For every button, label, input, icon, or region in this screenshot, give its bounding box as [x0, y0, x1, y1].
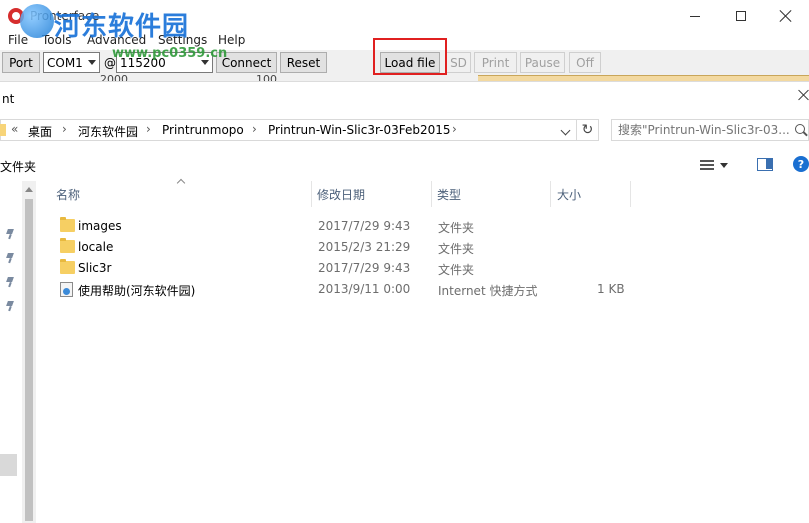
- baud-select-value: 115200: [120, 55, 166, 70]
- view-details-icon: [700, 159, 714, 171]
- file-type: 文件夹: [438, 263, 475, 277]
- folder-icon: [60, 238, 75, 253]
- at-symbol: @: [104, 56, 116, 70]
- load-file-highlight-box: [373, 38, 447, 75]
- breadcrumb-overflow[interactable]: «: [11, 122, 18, 136]
- port-button[interactable]: Port: [2, 52, 40, 73]
- pin-icon[interactable]: [6, 229, 14, 239]
- port-select[interactable]: COM1: [43, 52, 100, 73]
- breadcrumb-printrunmopo[interactable]: Printrunmopo: [162, 123, 244, 137]
- nav-selected-item[interactable]: [0, 454, 17, 476]
- folder-icon: [60, 217, 75, 232]
- reset-button[interactable]: Reset: [280, 52, 327, 73]
- address-bar[interactable]: « 桌面 › 河东软件园 › Printrunmopo › Printrun-W…: [0, 119, 577, 141]
- column-header-size[interactable]: 大小: [537, 181, 631, 207]
- internet-shortcut-icon: [60, 282, 73, 297]
- chevron-down-icon: [88, 60, 96, 65]
- address-history-dropdown[interactable]: [559, 124, 573, 138]
- search-input[interactable]: [618, 122, 790, 138]
- breadcrumb-separator-icon: ›: [62, 122, 67, 136]
- change-view-button[interactable]: [700, 157, 738, 173]
- file-date: 2015/2/3 21:29: [318, 240, 411, 254]
- refresh-button[interactable]: ↻: [577, 119, 599, 141]
- breadcrumb-separator-icon: ›: [452, 122, 457, 136]
- folder-icon: [60, 259, 75, 274]
- list-item[interactable]: images 2017/7/29 9:43 文件夹: [36, 215, 636, 236]
- breadcrumb-current-folder[interactable]: Printrun-Win-Slic3r-03Feb2015: [268, 123, 451, 137]
- column-header-name[interactable]: 名称: [36, 178, 312, 207]
- sort-ascending-icon: [176, 178, 186, 188]
- close-icon: [780, 10, 792, 22]
- file-date: 2013/9/11 0:00: [318, 282, 411, 296]
- minimize-button[interactable]: [672, 0, 718, 32]
- pin-icon[interactable]: [6, 253, 14, 263]
- file-name: Slic3r: [78, 261, 112, 275]
- list-item[interactable]: locale 2015/2/3 21:29 文件夹: [36, 236, 636, 257]
- menu-advanced[interactable]: Advanced: [87, 33, 146, 47]
- menu-settings[interactable]: Settings: [158, 33, 207, 47]
- scrollbar-thumb[interactable]: [25, 199, 33, 521]
- breadcrumb-desktop[interactable]: 桌面: [28, 123, 52, 140]
- pin-icon[interactable]: [6, 301, 14, 311]
- menu-file[interactable]: File: [8, 33, 28, 47]
- scroll-up-icon[interactable]: [25, 187, 33, 192]
- file-type: 文件夹: [438, 221, 475, 235]
- search-icon: [795, 124, 805, 134]
- pin-icon[interactable]: [6, 277, 14, 287]
- folder-icon: [0, 124, 6, 136]
- file-name: images: [78, 219, 122, 233]
- breadcrumb-hedong[interactable]: 河东软件园: [78, 123, 138, 140]
- connect-button[interactable]: Connect: [216, 52, 277, 73]
- off-button[interactable]: Off: [569, 52, 601, 73]
- column-header-name-label: 名称: [56, 187, 81, 202]
- maximize-icon: [736, 11, 746, 21]
- command-bar: 文件夹 ?: [0, 150, 809, 180]
- column-header-size-label: 大小: [557, 187, 582, 202]
- menu-help[interactable]: Help: [218, 33, 245, 47]
- pause-button[interactable]: Pause: [520, 52, 565, 73]
- search-box[interactable]: [611, 119, 809, 141]
- menu-tools[interactable]: Tools: [42, 33, 72, 47]
- file-name: locale: [78, 240, 114, 254]
- minimize-icon: [690, 15, 700, 17]
- navigation-pane: [0, 181, 22, 523]
- port-select-value: COM1: [47, 55, 83, 70]
- baud-select[interactable]: 115200: [116, 52, 213, 73]
- preview-pane-icon[interactable]: [757, 158, 773, 171]
- breadcrumb-separator-icon: ›: [252, 122, 257, 136]
- column-header-date-label: 修改日期: [317, 187, 366, 202]
- print-button[interactable]: Print: [474, 52, 517, 73]
- navigation-scrollbar[interactable]: [22, 181, 36, 523]
- file-list: 名称 修改日期 类型 大小 images 2017/7/29 9:43 文件夹 …: [36, 178, 809, 523]
- dialog-close-icon[interactable]: [797, 88, 809, 102]
- file-date: 2017/7/29 9:43: [318, 219, 411, 233]
- chevron-down-icon: [720, 162, 728, 168]
- file-type: 文件夹: [438, 242, 475, 256]
- open-file-dialog: nt « 桌面 › 河东软件园 › Printrunmopo › Printru…: [0, 81, 809, 523]
- breadcrumb-separator-icon: ›: [146, 122, 151, 136]
- list-item[interactable]: Slic3r 2017/7/29 9:43 文件夹: [36, 257, 636, 278]
- file-name: 使用帮助(河东软件园): [78, 284, 196, 298]
- list-item[interactable]: 使用帮助(河东软件园) 2013/9/11 0:00 Internet 快捷方式…: [36, 278, 636, 299]
- pronterface-app-icon: [8, 8, 24, 24]
- app-titlebar: Pronterface: [0, 0, 809, 32]
- refresh-icon: ↻: [581, 122, 594, 138]
- close-window-button[interactable]: [763, 0, 809, 32]
- file-date: 2017/7/29 9:43: [318, 261, 411, 275]
- column-header-type-label: 类型: [437, 187, 462, 202]
- column-header-type[interactable]: 类型: [417, 181, 551, 207]
- new-folder-button[interactable]: 文件夹: [0, 158, 36, 175]
- file-type: Internet 快捷方式: [438, 284, 538, 298]
- column-header-date[interactable]: 修改日期: [297, 181, 432, 207]
- sd-button[interactable]: SD: [446, 52, 471, 73]
- dialog-title: nt: [2, 92, 15, 106]
- app-title: Pronterface: [30, 9, 100, 23]
- maximize-button[interactable]: [718, 0, 764, 32]
- file-size: 1 KB: [597, 282, 625, 296]
- chevron-down-icon: [201, 60, 209, 65]
- help-icon[interactable]: ?: [793, 156, 809, 172]
